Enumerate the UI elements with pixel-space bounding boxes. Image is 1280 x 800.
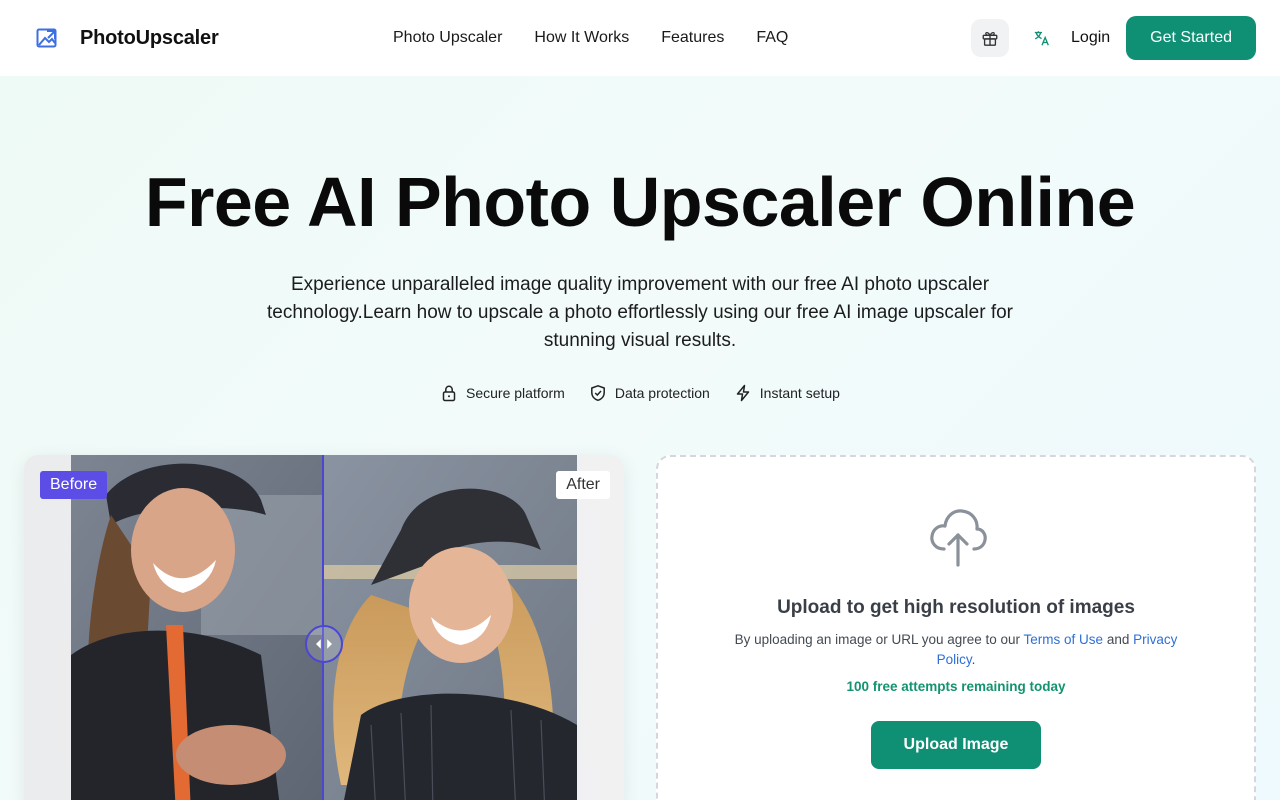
badge-data-protection: Data protection <box>589 384 710 402</box>
badge-label: Secure platform <box>466 385 565 401</box>
translate-icon <box>1034 31 1049 46</box>
nav-faq[interactable]: FAQ <box>756 29 788 47</box>
nav-features[interactable]: Features <box>661 29 724 47</box>
language-button[interactable] <box>1029 25 1055 51</box>
get-started-button[interactable]: Get Started <box>1126 16 1256 60</box>
image-logo-icon <box>36 27 58 49</box>
comparison-slider-handle[interactable] <box>305 625 343 663</box>
upload-image-button[interactable]: Upload Image <box>871 721 1041 769</box>
lightning-icon <box>736 384 750 402</box>
after-label: After <box>556 471 610 499</box>
gift-icon <box>982 32 998 46</box>
nav-photo-upscaler[interactable]: Photo Upscaler <box>393 29 502 47</box>
upload-title: Upload to get high resolution of images <box>777 597 1135 618</box>
header-actions: Login Get Started <box>971 16 1256 60</box>
before-after-comparison[interactable]: Before After <box>24 455 624 800</box>
badge-instant-setup: Instant setup <box>734 384 840 402</box>
terms-prefix: By uploading an image or URL you agree t… <box>734 632 1024 647</box>
terms-of-use-link[interactable]: Terms of Use <box>1024 632 1104 647</box>
hero-description: Experience unparalleled image quality im… <box>266 274 1014 351</box>
terms-suffix: . <box>971 652 976 667</box>
shield-check-icon <box>590 385 605 402</box>
site-header: PhotoUpscaler Photo Upscaler How It Work… <box>0 0 1280 76</box>
gift-button[interactable] <box>971 19 1010 57</box>
terms-and: and <box>1103 632 1134 647</box>
brand-name: PhotoUpscaler <box>80 26 219 49</box>
upload-dropzone[interactable]: Upload to get high resolution of images … <box>656 455 1256 800</box>
brand[interactable]: PhotoUpscaler <box>36 27 219 50</box>
badge-secure-platform: Secure platform <box>440 384 565 402</box>
free-attempts-remaining: 100 free attempts remaining today <box>846 679 1066 694</box>
before-label: Before <box>40 471 108 499</box>
upload-terms-text: By uploading an image or URL you agree t… <box>716 630 1196 670</box>
drag-arrows-icon <box>316 639 332 649</box>
login-link[interactable]: Login <box>1071 29 1110 47</box>
main-nav: Photo Upscaler How It Works Features FAQ <box>393 0 788 76</box>
badge-label: Data protection <box>614 385 710 401</box>
nav-how-it-works[interactable]: How It Works <box>534 29 629 47</box>
trust-badges: Secure platform Data protection Instant … <box>0 384 1280 402</box>
lock-icon <box>442 385 456 402</box>
badge-label: Instant setup <box>759 385 840 401</box>
cloud-upload-icon <box>930 509 987 567</box>
hero-title: Free AI Photo Upscaler Online <box>144 163 1136 241</box>
